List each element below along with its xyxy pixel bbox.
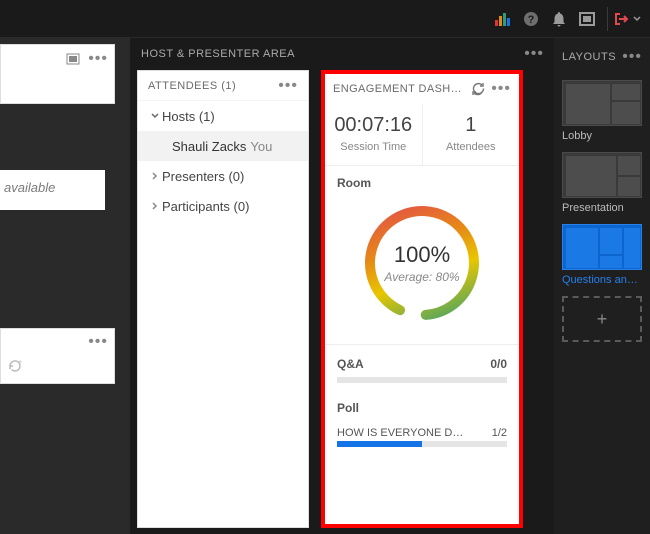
area-menu-icon[interactable]: ••• [524,46,544,62]
chevron-right-icon [148,201,162,211]
poll-bar [337,441,507,447]
left-card-bottom: ••• + [0,328,115,384]
room-average: Average: 80% [384,270,459,284]
poll-question-row: HOW IS EVERYONE DOING ... 1/2 [325,421,519,441]
card-menu-icon[interactable]: ••• [88,334,108,350]
poll-bar-fill [337,441,422,447]
fullscreen-icon[interactable] [573,5,601,33]
kpi-session-time: 00:07:16 Session Time [325,104,422,165]
left-available-text: available [0,170,105,210]
help-icon[interactable]: ? [517,5,545,33]
toolbar-divider [607,7,608,31]
session-time-value: 00:07:16 [329,114,418,137]
poll-value: 1/2 [492,427,507,439]
layout-add[interactable]: + [562,296,642,342]
room-label: Room [325,166,519,190]
replay-icon[interactable]: + [7,359,108,373]
kpi-row: 00:07:16 Session Time 1 Attendees [325,104,519,166]
attendees-value: 1 [427,114,516,137]
poll-question: HOW IS EVERYONE DOING ... [337,427,467,439]
engagement-dashboard: ENGAGEMENT DASHBO... ••• 00:07:16 Sessio… [321,70,523,528]
attendees-menu-icon[interactable]: ••• [278,78,298,94]
exit-button[interactable] [614,5,642,33]
group-presenters[interactable]: Presenters (0) [138,161,308,191]
plus-icon: + [562,296,642,342]
group-hosts[interactable]: Hosts (1) [138,101,308,131]
svg-text:?: ? [528,14,535,26]
chevron-right-icon [148,171,162,181]
layout-presentation[interactable]: Presentation [562,152,642,214]
refresh-icon[interactable] [471,82,485,96]
poll-row: Poll [325,389,519,421]
group-label: Presenters (0) [162,169,244,184]
qa-row: Q&A 0/0 [325,345,519,377]
layout-label: Questions and... [562,274,642,286]
attendees-panel: ATTENDEES (1) ••• Hosts (1) Shauli Zacks… [137,70,309,528]
left-card-top: ••• [0,44,115,104]
layout-label: Presentation [562,202,642,214]
qa-value: 0/0 [490,357,507,371]
area-title: HOST & PRESENTER AREA [141,48,295,60]
status-bars-icon[interactable] [489,5,517,33]
svg-text:+: + [18,359,22,366]
layout-questions[interactable]: Questions and... [562,224,642,286]
attendee-row[interactable]: Shauli Zacks You [138,131,308,161]
top-toolbar: ? [0,0,650,38]
attendees-label: Attendees [427,141,516,153]
attendees-title: ATTENDEES (1) [148,80,236,92]
qa-bar [337,377,507,383]
qa-label: Q&A [337,357,364,371]
main-area: ••• available ••• + HOST & PRESENTER ARE… [0,38,650,534]
group-participants[interactable]: Participants (0) [138,191,308,221]
layouts-menu-icon[interactable]: ••• [622,49,642,65]
room-gauge: 100% Average: 80% [325,190,519,345]
card-menu-icon[interactable]: ••• [88,51,108,67]
left-truncated-column: ••• available ••• + [0,38,131,534]
kpi-attendees: 1 Attendees [422,104,520,165]
layouts-title: LAYOUTS [562,51,616,63]
group-label: Hosts (1) [162,109,215,124]
bell-icon[interactable] [545,5,573,33]
engagement-title: ENGAGEMENT DASHBO... [333,83,465,95]
host-presenter-area: HOST & PRESENTER AREA ••• ATTENDEES (1) … [131,38,554,534]
chevron-down-icon [148,111,162,121]
session-time-label: Session Time [329,141,418,153]
layout-lobby[interactable]: Lobby [562,80,642,142]
layout-label: Lobby [562,130,642,142]
attendee-name: Shauli Zacks [172,139,246,154]
group-label: Participants (0) [162,199,249,214]
maximize-icon[interactable] [66,53,80,65]
poll-label: Poll [337,401,359,415]
layouts-sidebar: LAYOUTS ••• Lobby Presentation [554,38,650,534]
you-badge: You [250,139,272,154]
engagement-menu-icon[interactable]: ••• [491,81,511,97]
room-percent: 100% [394,242,450,268]
